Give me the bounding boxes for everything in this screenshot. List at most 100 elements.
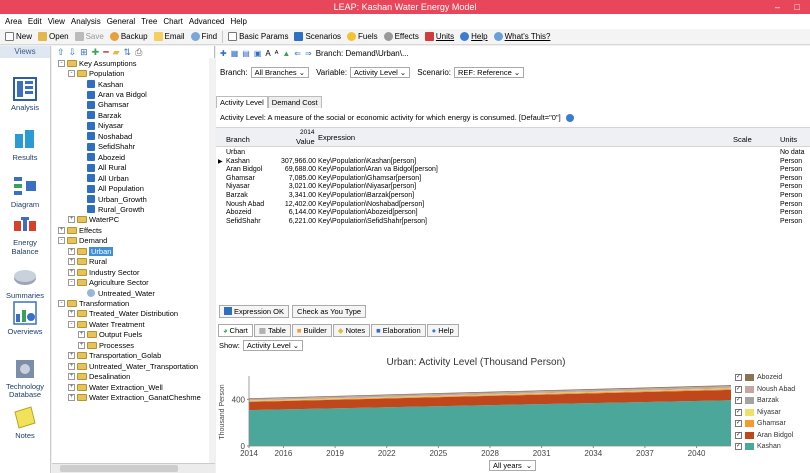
legend-checkbox[interactable]: ✓ [735, 408, 742, 416]
tree-node[interactable]: Ghamsar [78, 100, 129, 110]
view-overviews[interactable]: Overviews [0, 300, 50, 336]
legend-entry[interactable]: ✓ Barzak [735, 395, 810, 407]
table-row[interactable]: ▶ Kashan 307,966.00 Key\Population\Kashan[p… [216, 158, 810, 167]
tree-node[interactable]: All Urban [78, 173, 129, 183]
tree-node[interactable]: Niyasar [78, 121, 123, 131]
basic-params-button[interactable]: Basic Params [225, 32, 291, 41]
tree-node[interactable]: - Water Treatment [68, 319, 145, 329]
scenarios-button[interactable]: Scenarios [291, 32, 344, 41]
legend-entry[interactable]: ✓ Ghamsar [735, 418, 810, 430]
open-button[interactable]: Open [35, 32, 72, 41]
tree-node[interactable]: Kashan [78, 79, 123, 89]
tree-node[interactable]: Abozeid [78, 152, 125, 162]
breadcrumb[interactable]: Branch: Demand\Urban\... [316, 49, 409, 58]
collapse-icon[interactable]: - [68, 320, 75, 328]
tree-node[interactable]: - Population [68, 68, 124, 78]
tree-node[interactable]: + Processes [78, 340, 134, 350]
tree-node[interactable]: Rural_Growth [78, 204, 144, 214]
menu-tree[interactable]: Tree [138, 17, 160, 26]
tree-node[interactable]: Aran va Bidgol [78, 89, 147, 99]
move-up-icon[interactable]: ⇧ [57, 47, 65, 58]
tree-node[interactable]: + Output Fuels [78, 330, 142, 340]
table-row[interactable]: Aran Bidgol 69,688.00 Key\Population\Aran … [216, 166, 810, 175]
tree-node[interactable]: + Urban [68, 246, 114, 256]
sort-icon[interactable]: ⇅ [124, 47, 132, 58]
menu-area[interactable]: Area [2, 17, 25, 26]
expand-icon[interactable]: + [68, 247, 75, 255]
table-row[interactable]: Urban No data [216, 149, 810, 158]
legend-checkbox[interactable]: ✓ [735, 397, 742, 405]
tree-node[interactable]: Untreated_Water [78, 288, 155, 298]
table-row[interactable]: Noush Abad 12,402.00 Key\Population\Noshab… [216, 201, 810, 210]
find-button[interactable]: Find [188, 32, 221, 41]
expand-icon[interactable]: + [78, 331, 85, 339]
legend-checkbox[interactable]: ✓ [735, 420, 742, 428]
tree-node[interactable]: - Demand [58, 236, 107, 246]
tree-hscroll-thumb[interactable] [60, 465, 178, 472]
view-results[interactable]: Results [0, 126, 50, 162]
table-row[interactable]: Niyasar 3,021.00 Key\Population\Niyasar[pe… [216, 183, 810, 192]
legend-checkbox[interactable]: ✓ [735, 443, 742, 451]
expand-icon[interactable]: + [68, 268, 75, 276]
tab-table[interactable]: ▦ Table [253, 324, 291, 337]
move-down-icon[interactable]: ⇩ [69, 47, 77, 58]
chart-wizard-icon[interactable]: ▲ [282, 49, 290, 58]
tree-node[interactable]: + Water Extraction_GanatCheshme [68, 392, 201, 402]
legend-entry[interactable]: ✓ Noush Abad [735, 384, 810, 396]
variable-select[interactable]: Activity Level ⌄ [350, 66, 411, 78]
tree-vertical-scrollbar[interactable] [209, 58, 215, 463]
legend-checkbox[interactable]: ✓ [735, 374, 742, 382]
tree-node[interactable]: + Desalination [68, 372, 130, 382]
cell-expression[interactable]: Key\Population\Abozeid[person] [318, 209, 418, 216]
tree-node[interactable]: Noshabad [78, 131, 132, 141]
tree-horizontal-scrollbar[interactable] [52, 463, 215, 473]
cell-expression[interactable]: Key\Population\Kashan[person] [318, 158, 416, 165]
expand-icon[interactable]: + [58, 226, 65, 234]
tree-icon[interactable]: ▦ [231, 49, 239, 58]
expand-icon[interactable]: + [68, 394, 75, 402]
menu-view[interactable]: View [45, 17, 68, 26]
tab-activity-level[interactable]: Activity Level [216, 96, 268, 108]
tab-chart[interactable]: ◕ Chart [218, 324, 253, 337]
view-technology-database[interactable]: Technology Database [0, 356, 50, 399]
scenario-select[interactable]: REF: Reference ⌄ [454, 66, 525, 78]
legend-checkbox[interactable]: ✓ [735, 385, 742, 393]
expand-icon[interactable]: + [68, 362, 75, 370]
table-row[interactable]: SefidShahr 6,221.00 Key\Population\SefidSh… [216, 218, 810, 227]
tab-builder[interactable]: ■ Builder [291, 324, 332, 337]
branch-select[interactable]: All Branches ⌄ [250, 66, 310, 78]
table-icon[interactable]: ▤ [242, 49, 250, 58]
tree-node[interactable]: + Untreated_Water_Transportation [68, 361, 198, 371]
legend-entry[interactable]: ✓ Aran Bidgol [735, 430, 810, 442]
tree-node[interactable]: + Industry Sector [68, 267, 139, 277]
backup-button[interactable]: Backup [107, 32, 151, 41]
units-button[interactable]: Units [422, 32, 457, 41]
legend-checkbox[interactable]: ✓ [735, 431, 742, 439]
expand-icon[interactable]: + [68, 258, 75, 266]
expand-icon[interactable]: + [68, 373, 75, 381]
tree-node[interactable]: - Transformation [58, 298, 129, 308]
menu-analysis[interactable]: Analysis [68, 17, 104, 26]
cell-expression[interactable]: Key\Population\Niyasar[person] [318, 183, 416, 190]
font-smaller-icon[interactable]: ᴬ [275, 49, 279, 58]
pin-icon[interactable]: ✚ [220, 49, 227, 58]
cell-expression[interactable]: Key\Population\Ghamsar[person] [318, 175, 421, 182]
fuels-button[interactable]: Fuels [344, 32, 381, 41]
expand-icon[interactable]: + [68, 383, 75, 391]
menu-advanced[interactable]: Advanced [186, 17, 228, 26]
tree-node[interactable]: All Population [78, 183, 144, 193]
whats-this-button[interactable]: What's This? [491, 32, 554, 41]
view-energy-balance[interactable]: Energy Balance [0, 211, 50, 256]
collapse-icon[interactable]: - [58, 237, 65, 245]
back-arrow-icon[interactable]: ⇐ [294, 49, 301, 58]
expand-icon[interactable]: + [78, 341, 85, 349]
expand-icon[interactable]: + [68, 352, 75, 360]
tree-node[interactable]: Barzak [78, 110, 121, 120]
tree-node[interactable]: All Rural [78, 163, 126, 173]
view-analysis[interactable]: Analysis [0, 76, 50, 112]
collapse-icon[interactable]: - [58, 59, 65, 67]
cell-expression[interactable]: Key\Population\Aran va Bidgol[person] [318, 166, 438, 173]
legend-entry[interactable]: ✓ Niyasar [735, 407, 810, 419]
tree-node[interactable]: + Rural [68, 257, 107, 267]
legend-entry[interactable]: ✓ Kashan [735, 441, 810, 453]
